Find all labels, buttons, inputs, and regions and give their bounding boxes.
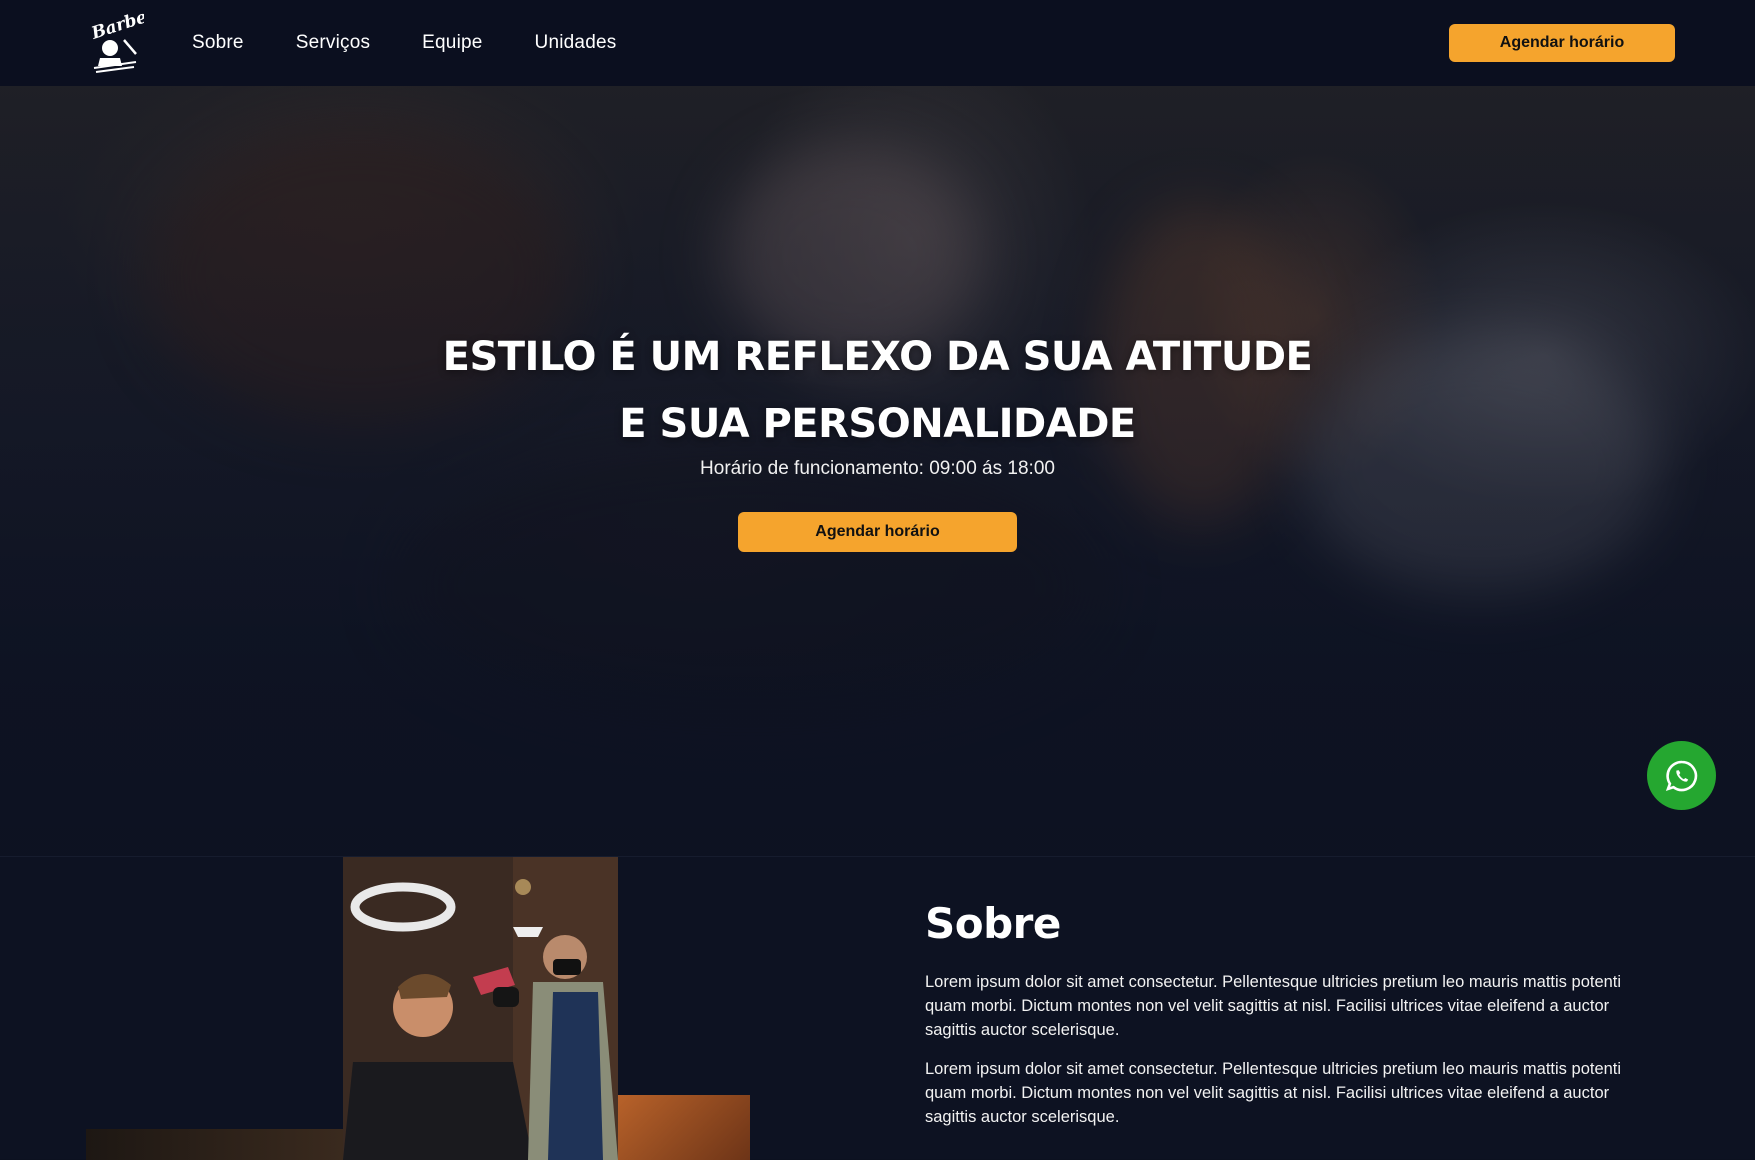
about-paragraph: Lorem ipsum dolor sit amet consectetur. … xyxy=(925,1060,1622,1126)
barber-logo[interactable]: Barber xyxy=(86,10,144,76)
whatsapp-button[interactable] xyxy=(1647,741,1716,810)
nav-link-sobre[interactable]: Sobre xyxy=(192,32,244,54)
schedule-button-hero[interactable]: Agendar horário xyxy=(738,512,1017,552)
whatsapp-icon xyxy=(1665,760,1697,791)
about-paragraph: Lorem ipsum dolor sit amet consectetur. … xyxy=(925,973,1622,1039)
schedule-button-header[interactable]: Agendar horário xyxy=(1449,24,1675,62)
nav-link-servicos[interactable]: Serviços xyxy=(296,32,370,54)
navbar: Barber Sobre Serviços Equipe Unidades Ag… xyxy=(0,0,1755,86)
about-photo-barber xyxy=(343,857,618,1160)
opening-hours: Horário de funcionamento: 09:00 ás 18:00 xyxy=(700,458,1055,479)
nav-link-equipe[interactable]: Equipe xyxy=(422,32,482,54)
about-photo-right xyxy=(618,1095,750,1160)
nav-link-unidades[interactable]: Unidades xyxy=(535,32,617,54)
hero-section: ESTILO É UM REFLEXO DA SUA ATITUDE E SUA… xyxy=(0,86,1755,856)
hero-title: ESTILO É UM REFLEXO DA SUA ATITUDE E SUA… xyxy=(442,334,1313,447)
hero-content: ESTILO É UM REFLEXO DA SUA ATITUDE E SUA… xyxy=(0,324,1755,552)
about-photo-left xyxy=(86,1129,343,1160)
about-title: Sobre xyxy=(925,899,1061,948)
main-nav: Sobre Serviços Equipe Unidades xyxy=(192,32,668,54)
about-section: Sobre Lorem ipsum dolor sit amet consect… xyxy=(0,856,1755,1160)
svg-text:Barber: Barber xyxy=(88,10,144,44)
about-text: Sobre Lorem ipsum dolor sit amet consect… xyxy=(925,899,1625,1129)
